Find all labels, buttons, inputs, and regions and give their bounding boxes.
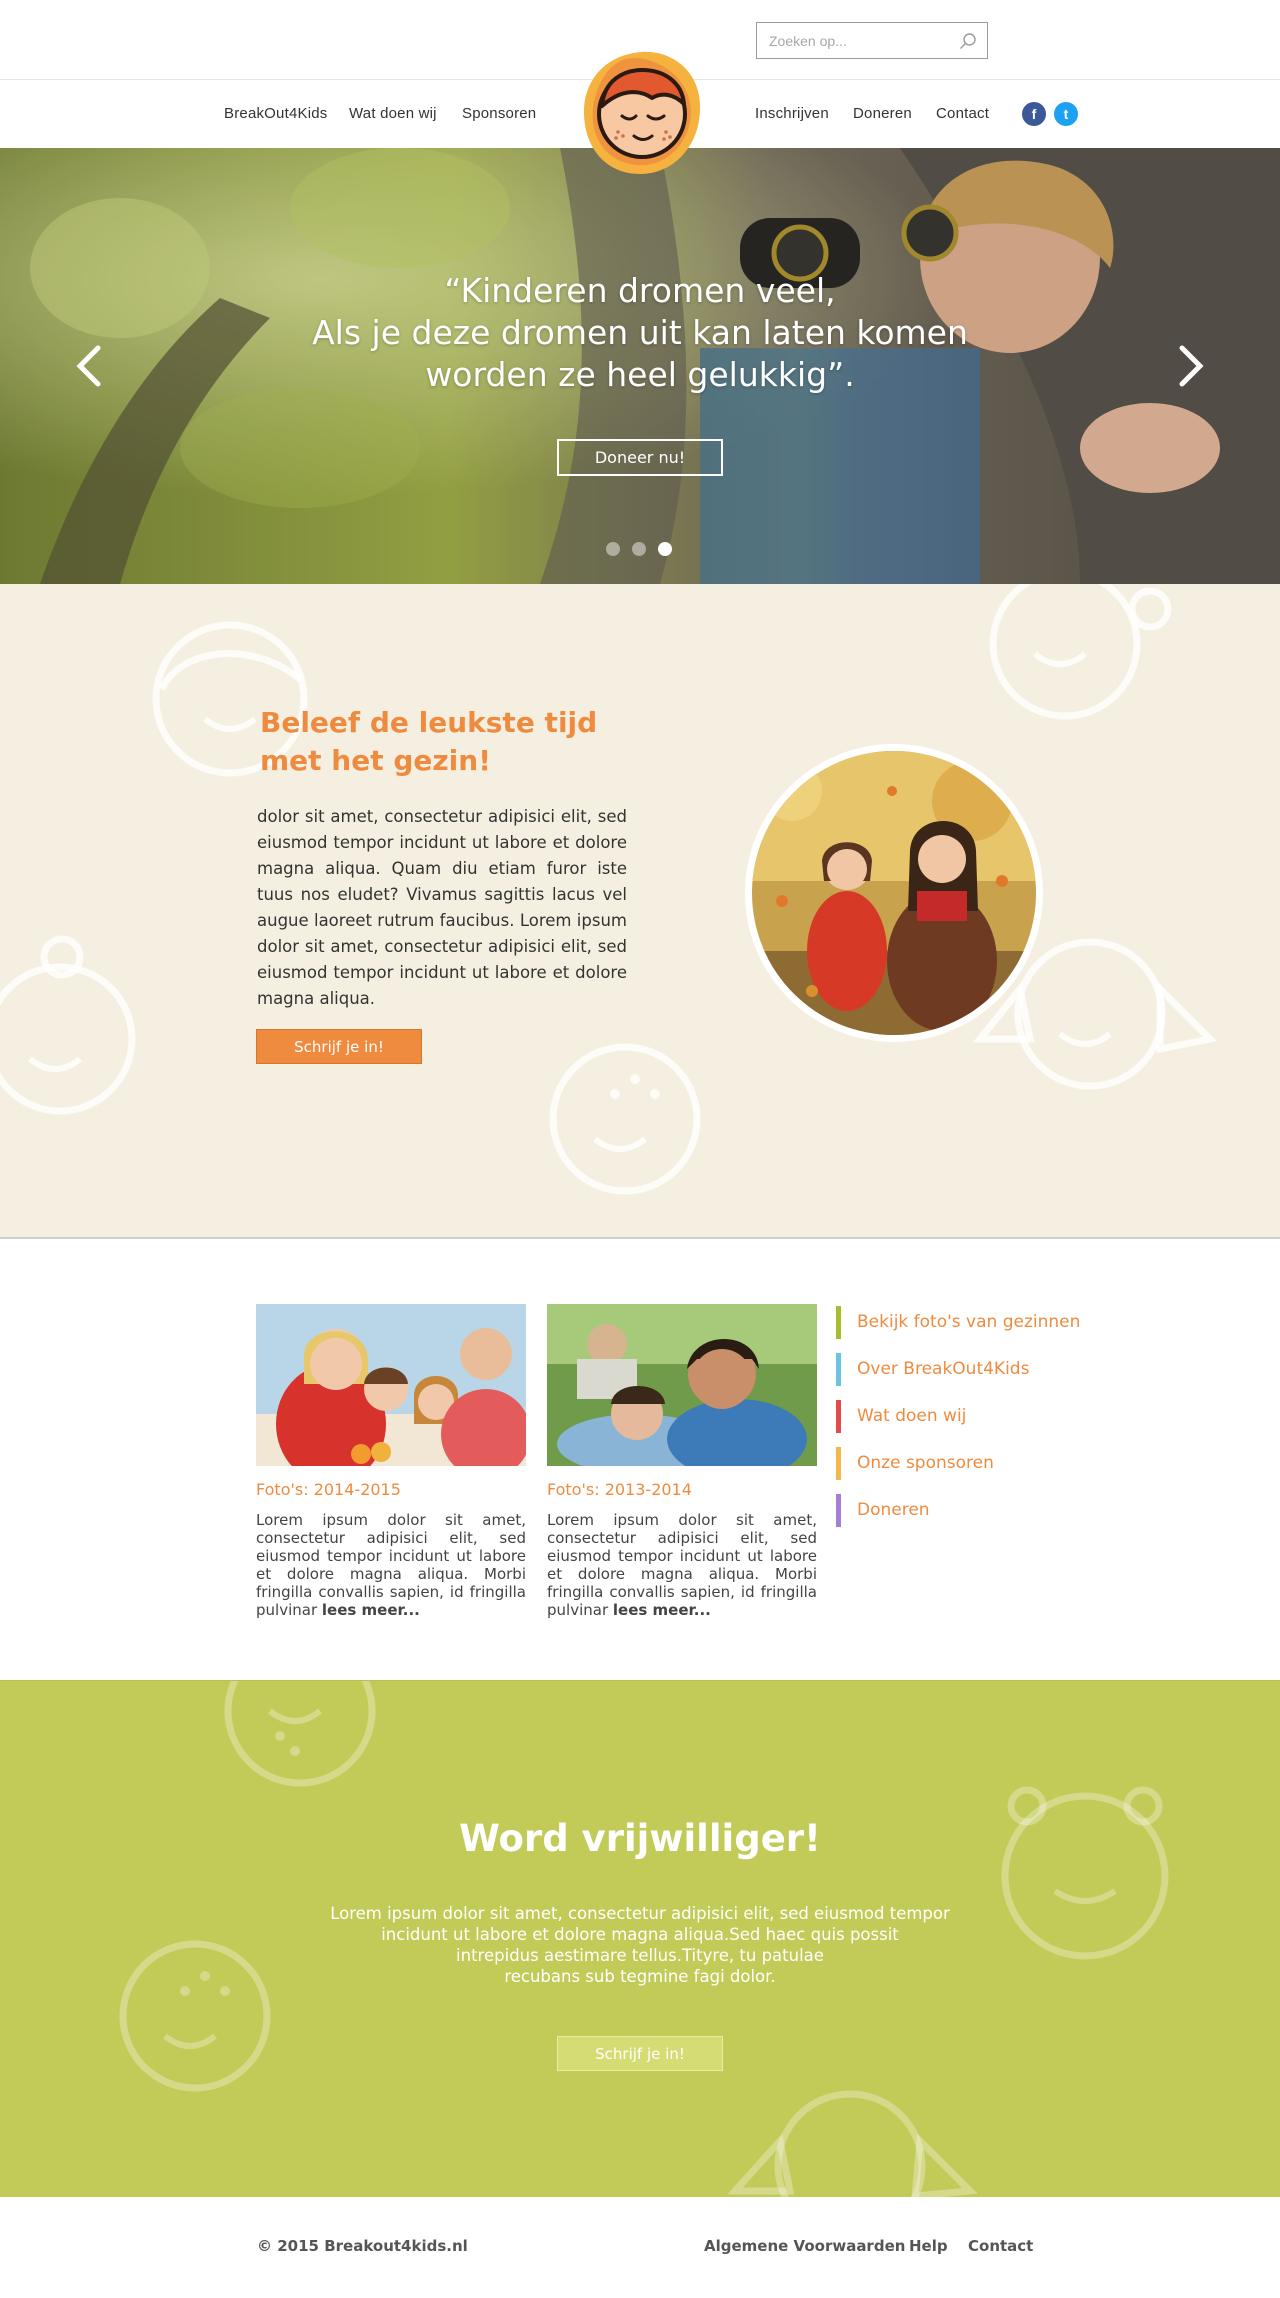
slider-dot-active[interactable]: [658, 542, 672, 556]
photo-card-text: Lorem ipsum dolor sit amet, consectetur …: [547, 1511, 817, 1619]
photo-card: Foto's: 2013-2014 Lorem ipsum dolor sit …: [547, 1304, 817, 1619]
hero-quote-line: “Kinderen dromen veel,: [444, 271, 836, 310]
family-photo: [745, 744, 1043, 1042]
face-decoration-icon: [549, 1043, 701, 1195]
slider-dots: [606, 542, 684, 558]
photo-card: Foto's: 2014-2015 Lorem ipsum dolor sit …: [256, 1304, 526, 1619]
volunteer-title: Word vrijwilliger!: [459, 1817, 821, 1860]
search-input[interactable]: [757, 23, 947, 58]
chevron-right-icon[interactable]: [1170, 344, 1210, 388]
site-logo[interactable]: [578, 48, 706, 178]
volunteer-text: Lorem ipsum dolor sit amet, consectetur …: [290, 1903, 990, 1987]
photo-card-text: Lorem ipsum dolor sit amet, consectetur …: [256, 1511, 526, 1619]
about-title: Beleef de leukste tijd met het gezin!: [260, 706, 598, 777]
photo-thumbnail[interactable]: [547, 1304, 817, 1466]
footer-link-help[interactable]: Help: [909, 2237, 948, 2255]
photo-thumbnail-image: [256, 1304, 526, 1466]
link-donate[interactable]: Doneren: [836, 1494, 1080, 1527]
footer-link-terms[interactable]: Algemene Voorwaarden: [704, 2237, 905, 2255]
volunteer-section: Word vrijwilliger! Lorem ipsum dolor sit…: [0, 1680, 1280, 2197]
footer: © 2015 Breakout4kids.nl Algemene Voorwaa…: [0, 2197, 1280, 2298]
link-photos-families[interactable]: Bekijk foto's van gezinnen: [836, 1306, 1080, 1339]
nav-contact[interactable]: Contact: [936, 105, 989, 122]
about-text: dolor sit amet, consectetur adipisici el…: [257, 807, 627, 1008]
twitter-icon[interactable]: t: [1054, 102, 1078, 126]
about-section: Beleef de leukste tijd met het gezin! do…: [0, 584, 1280, 1239]
photo-card-title[interactable]: Foto's: 2013-2014: [547, 1480, 817, 1499]
nav-inschrijven[interactable]: Inschrijven: [755, 105, 829, 122]
chevron-left-icon[interactable]: [70, 344, 110, 388]
photos-section: Foto's: 2014-2015 Lorem ipsum dolor sit …: [0, 1241, 1280, 1680]
hero-quote-line: worden ze heel gelukkig”.: [425, 355, 855, 394]
hero-quote: “Kinderen dromen veel, Als je deze drome…: [240, 270, 1040, 396]
face-decoration-icon: [119, 1940, 271, 2092]
read-more-link[interactable]: lees meer...: [613, 1601, 711, 1619]
quick-links: Bekijk foto's van gezinnen Over BreakOut…: [836, 1306, 1080, 1541]
volunteer-text-line: Lorem ipsum dolor sit amet, consectetur …: [330, 1904, 950, 1923]
photo-thumbnail-image: [547, 1304, 817, 1466]
link-what-we-do[interactable]: Wat doen wij: [836, 1400, 1080, 1433]
photo-thumbnail[interactable]: [256, 1304, 526, 1466]
face-decoration-icon: [1001, 1786, 1169, 1960]
face-decoration-icon: [224, 1681, 376, 1787]
volunteer-text-line: intrepidus aestimare tellus.Tityre, tu p…: [456, 1946, 824, 1965]
volunteer-text-line: recubans sub tegmine fagi dolor.: [504, 1967, 776, 1986]
signup-button[interactable]: Schrijf je in!: [256, 1029, 422, 1064]
nav-breakout4kids[interactable]: BreakOut4Kids: [224, 105, 327, 122]
nav-sponsoren[interactable]: Sponsoren: [462, 105, 536, 122]
search-icon[interactable]: [959, 32, 977, 50]
hero-slider: “Kinderen dromen veel, Als je deze drome…: [0, 148, 1280, 584]
nav-doneren[interactable]: Doneren: [853, 105, 912, 122]
link-sponsors[interactable]: Onze sponsoren: [836, 1447, 1080, 1480]
facebook-icon[interactable]: f: [1022, 102, 1046, 126]
donate-button[interactable]: Doneer nu!: [557, 439, 723, 476]
copyright: © 2015 Breakout4kids.nl: [257, 2237, 468, 2255]
face-decoration-icon: [989, 584, 1172, 720]
slider-dot[interactable]: [606, 542, 620, 556]
face-decoration-icon: [0, 935, 136, 1115]
link-about[interactable]: Over BreakOut4Kids: [836, 1353, 1080, 1386]
family-photo-image: [752, 751, 1036, 1035]
slider-dot[interactable]: [632, 542, 646, 556]
volunteer-text-line: incidunt ut labore et dolore magna aliqu…: [381, 1925, 899, 1944]
photo-card-title[interactable]: Foto's: 2014-2015: [256, 1480, 526, 1499]
hero-quote-line: Als je deze dromen uit kan laten komen: [312, 313, 968, 352]
footer-link-contact[interactable]: Contact: [968, 2237, 1033, 2255]
read-more-link[interactable]: lees meer...: [322, 1601, 420, 1619]
volunteer-signup-button[interactable]: Schrijf je in!: [557, 2036, 723, 2071]
nav-wat-doen-wij[interactable]: Wat doen wij: [349, 105, 437, 122]
search-box[interactable]: [756, 22, 988, 59]
face-decoration-icon: [727, 2090, 978, 2197]
